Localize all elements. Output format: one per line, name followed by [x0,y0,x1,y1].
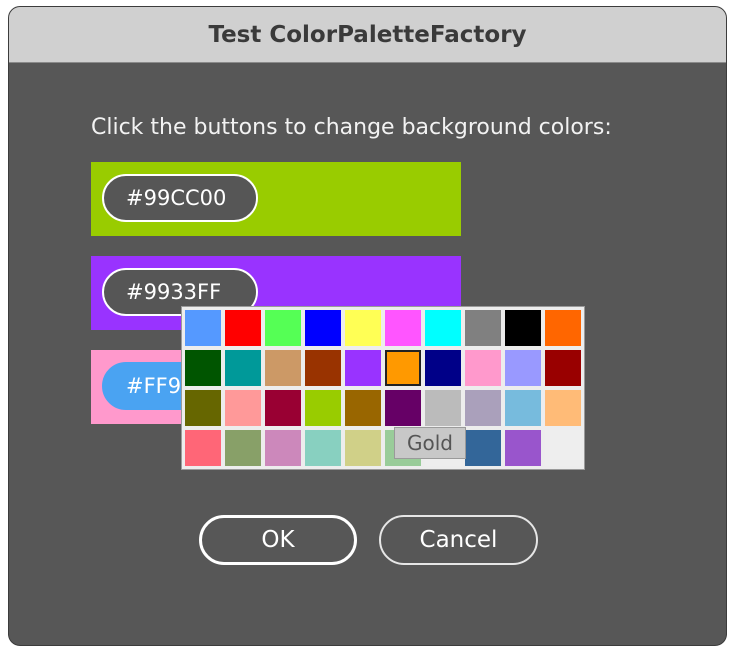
window-title: Test ColorPaletteFactory [208,21,527,48]
palette-swatch[interactable] [545,430,581,466]
palette-swatch[interactable] [465,430,501,466]
palette-swatch[interactable] [545,350,581,386]
palette-swatch[interactable] [505,430,541,466]
palette-swatch[interactable] [545,310,581,346]
palette-swatch[interactable] [305,430,341,466]
palette-swatch[interactable] [465,350,501,386]
palette-swatch[interactable] [425,390,461,426]
palette-swatch[interactable] [225,390,261,426]
palette-swatch[interactable] [265,430,301,466]
color-row-1: #99CC00 [91,162,461,236]
swatch-tooltip: Gold [394,427,466,459]
palette-swatch[interactable] [465,310,501,346]
color-button-1[interactable]: #99CC00 [102,174,258,222]
palette-swatch[interactable] [225,430,261,466]
title-bar[interactable]: Test ColorPaletteFactory [9,7,726,63]
palette-swatch[interactable] [225,350,261,386]
palette-swatch[interactable] [425,350,461,386]
palette-swatch[interactable] [345,430,381,466]
palette-swatch[interactable] [345,310,381,346]
palette-swatch[interactable] [385,310,421,346]
palette-swatch[interactable] [185,350,221,386]
palette-swatch[interactable] [385,350,421,386]
palette-swatch[interactable] [545,390,581,426]
palette-swatch[interactable] [505,390,541,426]
palette-swatch[interactable] [185,390,221,426]
palette-swatch[interactable] [225,310,261,346]
palette-swatch[interactable] [425,310,461,346]
instruction-label: Click the buttons to change background c… [91,115,612,140]
palette-swatch[interactable] [505,310,541,346]
palette-swatch[interactable] [265,350,301,386]
ok-button[interactable]: OK [199,515,357,565]
palette-swatch[interactable] [465,390,501,426]
palette-swatch[interactable] [305,390,341,426]
palette-swatch[interactable] [385,390,421,426]
palette-swatch[interactable] [305,310,341,346]
palette-swatch[interactable] [185,310,221,346]
palette-swatch[interactable] [505,350,541,386]
palette-swatch[interactable] [265,310,301,346]
dialog-window: Test ColorPaletteFactory Click the butto… [8,6,727,646]
palette-swatch[interactable] [185,430,221,466]
palette-swatch[interactable] [265,390,301,426]
color-palette-popup [181,306,585,470]
cancel-button[interactable]: Cancel [379,515,538,565]
palette-swatch[interactable] [305,350,341,386]
palette-swatch[interactable] [345,390,381,426]
palette-swatch[interactable] [345,350,381,386]
